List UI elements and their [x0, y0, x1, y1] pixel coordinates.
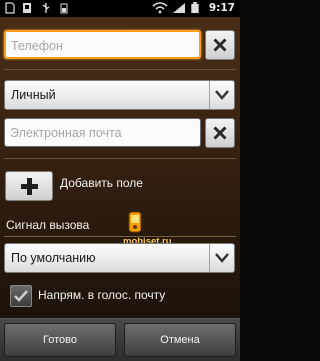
- divider: [4, 158, 236, 159]
- cancel-button[interactable]: Отмена: [124, 323, 236, 357]
- chevron-down-container: [209, 244, 234, 272]
- phone-type-value: Личный: [11, 88, 56, 102]
- signal-icon: [173, 3, 185, 13]
- sd-card-icon: [23, 3, 31, 13]
- voicemail-label: Напрям. в голос. почту: [38, 288, 166, 302]
- sim-icon: [5, 2, 15, 14]
- phone-field[interactable]: Телефон: [4, 30, 201, 59]
- bottom-action-bar: Готово Отмена: [0, 318, 240, 361]
- checkmark-icon: [14, 290, 28, 302]
- status-bar: 9:17: [0, 0, 240, 17]
- email-field[interactable]: Электронная почта: [4, 118, 201, 147]
- usb-icon: [42, 3, 50, 13]
- phone-type-spinner[interactable]: Личный: [4, 80, 235, 110]
- battery-small-icon: [60, 3, 68, 14]
- remove-email-button[interactable]: [205, 118, 235, 148]
- close-icon: [213, 126, 227, 140]
- remove-phone-button[interactable]: [205, 30, 235, 60]
- close-icon: [213, 38, 227, 52]
- ringtone-spinner[interactable]: По умолчанию: [4, 243, 235, 273]
- voicemail-checkbox[interactable]: [10, 285, 32, 307]
- ringtone-section-label: Сигнал вызова: [6, 218, 90, 232]
- add-field-button[interactable]: [5, 171, 53, 201]
- ringtone-value: По умолчанию: [11, 251, 96, 265]
- done-button[interactable]: Готово: [4, 323, 116, 357]
- chevron-down-container: [209, 81, 234, 109]
- clock: 9:17: [208, 2, 235, 14]
- chevron-down-icon: [215, 253, 229, 263]
- watermark-logo-icon: [128, 211, 142, 233]
- add-field-label: Добавить поле: [60, 176, 143, 190]
- plus-icon: [21, 178, 38, 195]
- section-divider: [4, 236, 236, 237]
- wifi-icon: [152, 2, 168, 14]
- chevron-down-icon: [215, 90, 229, 100]
- divider: [4, 69, 236, 70]
- battery-icon: [191, 2, 199, 14]
